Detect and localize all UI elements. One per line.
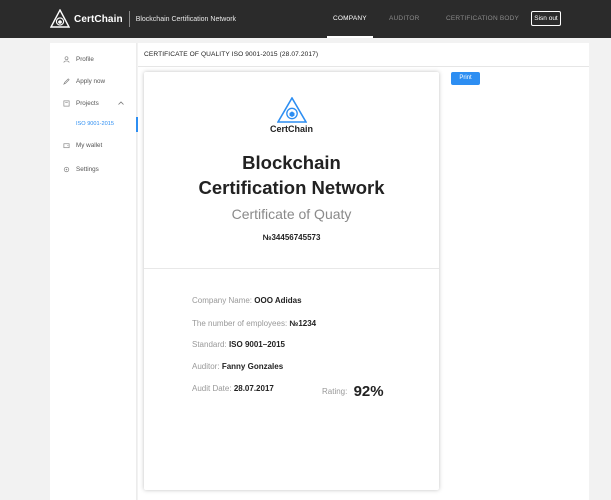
chevron-up-icon[interactable]: [118, 101, 124, 107]
title-divider: [138, 66, 589, 67]
sidebar: Profile Apply now Projects ISO 9001-2015…: [50, 43, 138, 500]
pencil-icon: [63, 77, 70, 85]
sidebar-item-label: Projects: [76, 99, 99, 107]
sidebar-item-apply-now[interactable]: Apply now: [63, 75, 105, 87]
signout-button[interactable]: Sisn out: [531, 11, 561, 26]
brand-tagline: Blockchain Certification Network: [135, 15, 237, 23]
employees-label: The number of employees:: [192, 319, 288, 328]
rating-value: 92%: [353, 383, 384, 400]
company-name-value: OOO Adidas: [254, 296, 302, 305]
auditor-label: Auditor:: [192, 362, 220, 371]
sidebar-item-label: Profile: [76, 55, 94, 63]
certificate-heading-line1: Blockchain: [242, 152, 341, 173]
audit-date-value: 28.07.2017: [233, 384, 274, 393]
employees-row: The number of employees: №1234: [192, 319, 316, 328]
sidebar-subitem-iso[interactable]: ISO 9001-2015: [50, 117, 138, 132]
rating: Rating: 92%: [322, 383, 384, 400]
certificate-heading-line2: Certification Network: [198, 177, 385, 198]
certificate-card: CertChain Blockchain Certification Netwo…: [144, 72, 439, 490]
standard-label: Standard:: [192, 340, 227, 349]
certificate-brand: CertChain: [269, 124, 313, 134]
certificate-heading: Blockchain Certification Network: [144, 150, 439, 200]
brand-separator: [128, 11, 130, 27]
auditor-row: Auditor: Fanny Gonzales: [192, 362, 283, 371]
gear-icon: [63, 166, 70, 172]
sidebar-item-label: Settings: [76, 165, 99, 173]
sidebar-item-profile[interactable]: Profile: [63, 53, 94, 65]
sidebar-item-projects[interactable]: Projects: [63, 97, 99, 109]
top-bar: CertChain Blockchain Certification Netwo…: [0, 0, 611, 38]
company-name-row: Company Name: OOO Adidas: [192, 296, 302, 305]
employees-value: №1234: [289, 319, 317, 328]
standard-row: Standard: ISO 9001–2015: [192, 340, 285, 349]
print-button[interactable]: Print: [451, 72, 480, 85]
sidebar-item-label: Apply now: [76, 77, 106, 85]
audit-date-row: Audit Date: 28.07.2017: [192, 384, 274, 393]
user-icon: [63, 55, 70, 63]
certificate-divider: [144, 268, 439, 269]
standard-value: ISO 9001–2015: [228, 340, 285, 349]
audit-date-label: Audit Date:: [192, 384, 232, 393]
company-name-label: Company Name:: [192, 296, 253, 305]
nav-company[interactable]: COMPANY: [327, 0, 373, 38]
wallet-icon: [63, 142, 70, 148]
certchain-logo-icon: [50, 9, 70, 28]
nav-certification-body[interactable]: CERTIFICATION BODY: [446, 0, 519, 38]
nav-auditor[interactable]: AUDITOR: [389, 0, 420, 38]
sidebar-item-settings[interactable]: Settings: [63, 163, 99, 175]
certchain-logo-icon: [277, 97, 307, 123]
certificate-subheading: Certificate of Quaty: [231, 206, 352, 222]
brand-name: CertChain: [74, 13, 123, 25]
rating-label: Rating:: [322, 387, 348, 396]
folder-icon: [63, 100, 70, 106]
main-panel: CERTIFICATE OF QUALITY ISO 9001-2015 (28…: [138, 43, 589, 500]
page-title: CERTIFICATE OF QUALITY ISO 9001-2015 (28…: [144, 51, 319, 58]
sidebar-item-label: My wallet: [76, 141, 103, 149]
auditor-value: Fanny Gonzales: [221, 362, 284, 371]
brand[interactable]: CertChain Blockchain Certification Netwo…: [50, 9, 236, 29]
sidebar-item-wallet[interactable]: My wallet: [63, 139, 102, 151]
certificate-number: №34456745573: [262, 233, 321, 242]
